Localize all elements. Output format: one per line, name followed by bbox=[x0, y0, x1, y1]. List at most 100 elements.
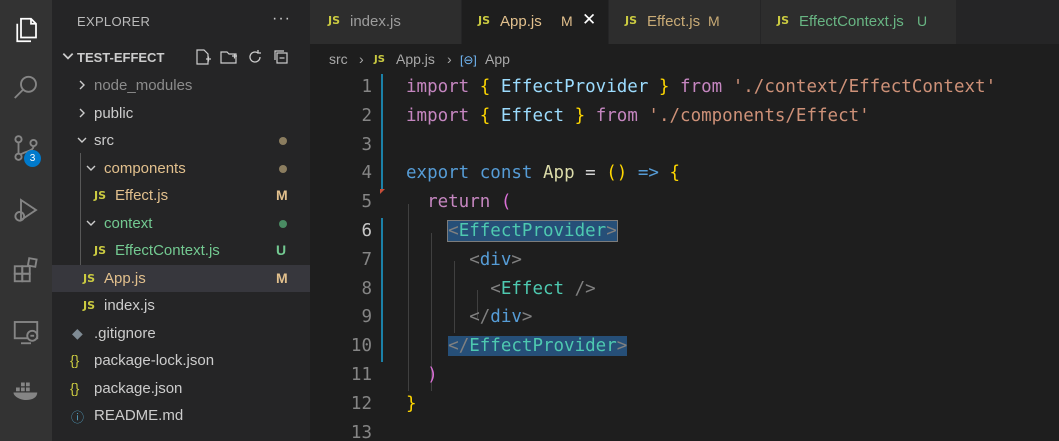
tree-item-package-json[interactable]: {} package.json bbox=[52, 375, 310, 402]
modified-gutter bbox=[381, 333, 383, 362]
gitignore-icon: ◆ bbox=[72, 325, 83, 341]
modified-gutter bbox=[381, 131, 383, 161]
tab-app-js[interactable]: JS App.js M ✕ bbox=[462, 0, 609, 44]
git-status-badge: U bbox=[917, 13, 928, 29]
breadcrumb-symbol[interactable]: App bbox=[485, 51, 510, 67]
new-folder-icon[interactable] bbox=[220, 48, 238, 66]
tab-effectcontext-js[interactable]: JS EffectContext.js U bbox=[761, 0, 957, 44]
info-icon: ⓘ bbox=[71, 410, 85, 425]
tree-item-label: index.js bbox=[104, 297, 155, 314]
code-line: 3 bbox=[310, 131, 1059, 161]
git-status-badge: M bbox=[276, 187, 288, 203]
git-status-badge: M bbox=[708, 13, 720, 29]
explorer-title: EXPLORER bbox=[77, 14, 151, 29]
modified-dot bbox=[279, 137, 287, 145]
chevron-down-icon bbox=[86, 165, 96, 171]
remote-explorer-icon[interactable] bbox=[0, 312, 52, 352]
collapse-all-icon[interactable] bbox=[272, 48, 290, 66]
chevron-down-icon bbox=[62, 53, 74, 60]
line-number: 9 bbox=[361, 307, 372, 328]
code-text: <div> bbox=[469, 249, 522, 270]
tree-item-context[interactable]: context bbox=[52, 210, 310, 237]
modified-gutter bbox=[381, 74, 383, 103]
docker-icon[interactable] bbox=[0, 370, 52, 410]
refresh-icon[interactable] bbox=[246, 48, 264, 66]
tab-label: Effect.js bbox=[647, 13, 701, 30]
explorer-sidebar: EXPLORER ··· TEST-EFFECT node_modules pu… bbox=[52, 0, 310, 441]
explorer-icon[interactable] bbox=[0, 10, 52, 50]
code-editor[interactable]: 1 import { EffectProvider } from './cont… bbox=[310, 74, 1059, 441]
code-line: 7 <div> bbox=[310, 246, 1059, 276]
line-number: 10 bbox=[350, 336, 372, 357]
tree-item-label: node_modules bbox=[94, 77, 193, 94]
js-file-icon: JS bbox=[83, 272, 96, 285]
tree-item-label: package-lock.json bbox=[94, 352, 215, 369]
tree-item-effectcontext-js[interactable]: JS EffectContext.js U bbox=[52, 237, 310, 264]
line-number: 8 bbox=[361, 278, 372, 299]
tree-item-index-js[interactable]: JS index.js bbox=[52, 292, 310, 319]
tree-item-effect-js[interactable]: JS Effect.js M bbox=[52, 182, 310, 209]
tree-item-components[interactable]: components bbox=[52, 155, 310, 182]
tab-index-js[interactable]: JS index.js bbox=[310, 0, 462, 44]
tree-item-node-modules[interactable]: node_modules bbox=[52, 72, 310, 99]
code-text: <EffectProvider> bbox=[447, 220, 618, 242]
breadcrumb-file[interactable]: App.js bbox=[396, 51, 435, 67]
tree-item-src[interactable]: src bbox=[52, 127, 310, 154]
tree-item-label: public bbox=[94, 105, 134, 122]
line-number: 13 bbox=[350, 422, 372, 441]
line-number: 1 bbox=[361, 77, 372, 97]
js-file-icon: JS bbox=[625, 14, 638, 27]
tree-item-gitignore[interactable]: ◆ .gitignore bbox=[52, 320, 310, 347]
code-line: 12 } bbox=[310, 391, 1059, 420]
line-number: 7 bbox=[361, 249, 372, 270]
breadcrumb-folder[interactable]: src bbox=[329, 51, 348, 67]
code-text: <Effect /> bbox=[490, 278, 596, 299]
tree-item-label: EffectContext.js bbox=[115, 242, 220, 259]
more-actions-button[interactable]: ··· bbox=[272, 10, 291, 28]
chevron-right-icon: › bbox=[359, 51, 364, 67]
tab-label: EffectContext.js bbox=[799, 13, 904, 30]
chevron-right-icon bbox=[79, 108, 85, 118]
code-text: export const App = () => { bbox=[406, 163, 681, 184]
close-icon[interactable]: ✕ bbox=[582, 10, 596, 30]
activity-bar: 3 bbox=[0, 0, 52, 441]
editor-tabs: JS index.js JS App.js M ✕ JS Effect.js M… bbox=[310, 0, 1059, 44]
extensions-icon[interactable] bbox=[0, 250, 52, 290]
line-number: 3 bbox=[361, 134, 372, 155]
modified-gutter bbox=[381, 304, 383, 334]
line-number: 12 bbox=[350, 393, 372, 414]
tree-item-readme[interactable]: ⓘ README.md bbox=[52, 402, 310, 429]
code-line: 5 return ( bbox=[310, 189, 1059, 218]
line-number: 5 bbox=[361, 192, 372, 213]
code-line: 10 </EffectProvider> bbox=[310, 333, 1059, 362]
line-number: 11 bbox=[350, 365, 372, 385]
deleted-gutter-marker bbox=[380, 189, 385, 195]
chevron-down-icon bbox=[77, 137, 87, 143]
new-file-icon[interactable] bbox=[194, 48, 212, 66]
modified-gutter bbox=[381, 160, 383, 190]
project-header[interactable]: TEST-EFFECT bbox=[52, 44, 310, 71]
tab-effect-js[interactable]: JS Effect.js M bbox=[609, 0, 761, 44]
code-text: import { EffectProvider } from './contex… bbox=[406, 77, 997, 97]
js-file-icon: JS bbox=[478, 14, 491, 27]
line-number: 6 bbox=[361, 221, 372, 241]
tree-item-app-js[interactable]: JS App.js M bbox=[52, 265, 310, 292]
tree-item-public[interactable]: public bbox=[52, 100, 310, 127]
tree-item-label: context bbox=[104, 215, 153, 232]
tree-item-label: src bbox=[94, 132, 114, 149]
tab-label: App.js bbox=[500, 13, 542, 30]
code-text: import { Effect } from './components/Eff… bbox=[406, 105, 870, 126]
tab-label: index.js bbox=[350, 13, 401, 30]
code-line: 11 ) bbox=[310, 362, 1059, 391]
search-icon[interactable] bbox=[0, 68, 52, 108]
tree-item-package-lock[interactable]: {} package-lock.json bbox=[52, 347, 310, 374]
code-line: 2 import { Effect } from './components/E… bbox=[310, 102, 1059, 132]
tree-item-label: .gitignore bbox=[94, 325, 156, 342]
run-debug-icon[interactable] bbox=[0, 190, 52, 230]
chevron-right-icon bbox=[79, 80, 85, 90]
modified-gutter bbox=[381, 246, 383, 276]
git-status-badge: M bbox=[276, 270, 288, 286]
js-file-icon: JS bbox=[374, 54, 385, 65]
chevron-right-icon: › bbox=[447, 51, 452, 67]
code-line: 1 import { EffectProvider } from './cont… bbox=[310, 74, 1059, 103]
